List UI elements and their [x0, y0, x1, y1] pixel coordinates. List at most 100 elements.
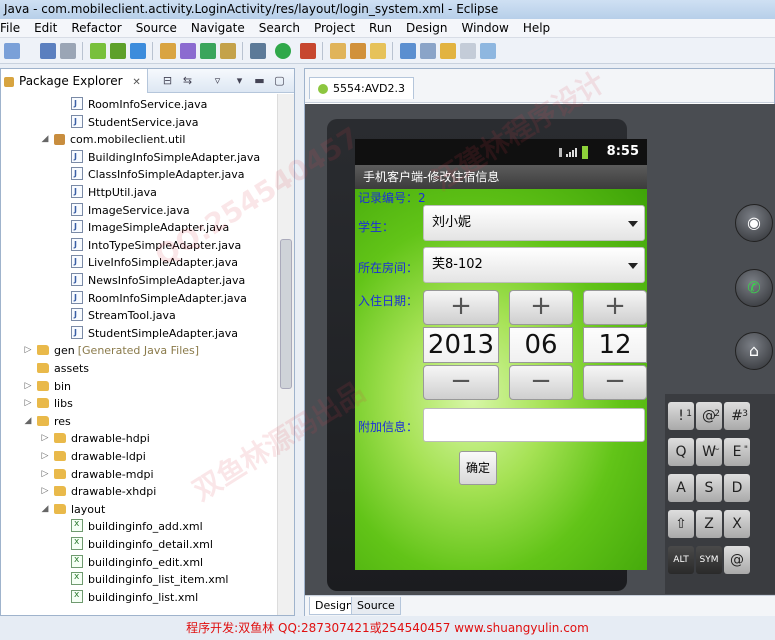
room-spinner[interactable]: 芙8-102 [423, 247, 645, 283]
tree-item[interactable]: assets [37, 360, 89, 377]
minimize-icon[interactable]: ▬ [253, 74, 266, 87]
run-icon[interactable] [275, 43, 291, 59]
expand-down-icon[interactable]: ◢ [23, 413, 33, 430]
menu-item-file[interactable]: File [0, 19, 20, 38]
key-s[interactable]: S [696, 474, 722, 502]
key-sym[interactable]: SYM [696, 546, 722, 574]
view-menu-icon[interactable]: ▿ [211, 74, 224, 87]
link-with-editor-icon[interactable]: ⇆ [181, 74, 194, 87]
tree-item[interactable]: StudentService.java [71, 113, 199, 131]
month-decrement-button[interactable]: − [509, 365, 573, 400]
key-alt[interactable]: ALT [668, 546, 694, 574]
expand-right-icon[interactable]: ▷ [23, 378, 33, 395]
day-value[interactable]: 12 [583, 327, 647, 363]
tree-item[interactable]: buildinginfo_list.xml [71, 587, 198, 606]
expand-right-icon[interactable]: ▷ [23, 395, 33, 412]
view-menu-chevron-icon[interactable]: ▾ [233, 74, 246, 87]
tree-item[interactable]: ▷ bin [25, 378, 71, 395]
menu-item-help[interactable]: Help [523, 19, 550, 38]
day-decrement-button[interactable]: − [583, 365, 647, 400]
key-⇧[interactable]: ⇧ [668, 510, 694, 538]
menu-item-refactor[interactable]: Refactor [71, 19, 121, 38]
tree-item[interactable]: buildinginfo_list_item.xml [71, 569, 228, 588]
save-icon[interactable] [40, 43, 56, 59]
tree-item[interactable]: ImageService.java [71, 201, 190, 219]
tree-item[interactable]: RoomInfoSimpleAdapter.java [71, 289, 247, 307]
camera-button[interactable]: ◉ [735, 204, 773, 242]
year-value[interactable]: 2013 [423, 327, 499, 363]
key-#[interactable]: #3 [724, 402, 750, 430]
android-sdk-icon[interactable] [90, 43, 106, 59]
key-@[interactable]: @ [724, 546, 750, 574]
annotation-icon[interactable] [400, 43, 416, 59]
expand-right-icon[interactable]: ▷ [23, 342, 33, 359]
scrollbar-thumb[interactable] [280, 239, 292, 389]
key-e[interactable]: E " [724, 438, 750, 466]
open-file-icon[interactable] [330, 43, 346, 59]
tab-source[interactable]: Source [351, 597, 401, 615]
new-class-icon[interactable] [200, 43, 216, 59]
tree-item[interactable]: ◢ layout [42, 501, 106, 518]
tree-item[interactable]: ImageSimpleAdapter.java [71, 218, 229, 236]
close-icon[interactable]: ✕ [132, 77, 140, 88]
maximize-icon[interactable]: ▢ [273, 74, 286, 87]
menu-item-run[interactable]: Run [369, 19, 392, 38]
year-decrement-button[interactable]: − [423, 365, 499, 400]
expand-right-icon[interactable]: ▷ [40, 430, 50, 447]
tree-item[interactable]: NewsInfoSimpleAdapter.java [71, 271, 245, 289]
tree-item[interactable]: buildinginfo_edit.xml [71, 552, 203, 571]
forward-icon[interactable] [460, 43, 476, 59]
tree-item[interactable]: buildinginfo_add.xml [71, 516, 203, 535]
key-![interactable]: ! 1 [668, 402, 694, 430]
back-icon[interactable] [440, 43, 456, 59]
tree-item[interactable]: StreamTool.java [71, 306, 176, 324]
tree-item[interactable]: ▷ gen [Generated Java Files] [25, 342, 200, 359]
search-icon[interactable] [350, 43, 366, 59]
expand-right-icon[interactable]: ▷ [40, 448, 50, 465]
tree-item[interactable]: ▷ libs [25, 395, 73, 412]
pin-icon[interactable] [480, 43, 496, 59]
expand-right-icon[interactable]: ▷ [40, 466, 50, 483]
tree-item[interactable]: ▷ drawable-xhdpi [42, 483, 157, 500]
key-d[interactable]: D [724, 474, 750, 502]
open-type-icon[interactable] [160, 43, 176, 59]
lint-icon[interactable] [130, 43, 146, 59]
menu-item-window[interactable]: Window [461, 19, 508, 38]
tree-item[interactable]: ◢ com.mobileclient.util [42, 131, 186, 148]
print-icon[interactable] [60, 43, 76, 59]
home-button[interactable]: ⌂ [735, 332, 773, 370]
tree-item[interactable]: ◢ res [25, 413, 71, 430]
collapse-all-icon[interactable]: ⊟ [161, 74, 174, 87]
tree-item[interactable]: BuildingInfoSimpleAdapter.java [71, 148, 260, 166]
package-tree-scrollbar[interactable] [277, 94, 294, 615]
next-annotation-icon[interactable] [420, 43, 436, 59]
avd-manager-icon[interactable] [110, 43, 126, 59]
new-package-icon[interactable] [220, 43, 236, 59]
emulator-tab[interactable]: 5554:AVD2.3 [309, 77, 415, 99]
menu-item-source[interactable]: Source [136, 19, 177, 38]
extra-info-input[interactable] [423, 408, 645, 442]
package-explorer-tab[interactable]: Package Explorer ✕ [1, 69, 148, 93]
tree-item[interactable]: ClassInfoSimpleAdapter.java [71, 165, 245, 183]
debug-icon[interactable] [250, 43, 266, 59]
new-icon[interactable] [4, 43, 20, 59]
tree-item[interactable]: LiveInfoSimpleAdapter.java [71, 253, 238, 271]
key-x[interactable]: X [724, 510, 750, 538]
key-z[interactable]: Z [696, 510, 722, 538]
tree-item[interactable]: IntoTypeSimpleAdapter.java [71, 236, 241, 254]
key-q[interactable]: Q [668, 438, 694, 466]
confirm-button[interactable]: 确定 [459, 451, 497, 485]
expand-down-icon[interactable]: ◢ [40, 131, 50, 148]
menu-item-search[interactable]: Search [259, 19, 300, 38]
menu-item-edit[interactable]: Edit [34, 19, 57, 38]
menu-item-navigate[interactable]: Navigate [191, 19, 245, 38]
tree-item[interactable]: ▷ drawable-ldpi [42, 448, 146, 465]
expand-right-icon[interactable]: ▷ [40, 483, 50, 500]
student-spinner[interactable]: 刘小妮 [423, 205, 645, 241]
edit-icon[interactable] [370, 43, 386, 59]
month-value[interactable]: 06 [509, 327, 573, 363]
tree-item[interactable]: buildinginfo_detail.xml [71, 534, 213, 553]
tree-item[interactable]: ▷ drawable-hdpi [42, 430, 150, 447]
call-button[interactable]: ✆ [735, 269, 773, 307]
month-increment-button[interactable]: + [509, 290, 573, 325]
